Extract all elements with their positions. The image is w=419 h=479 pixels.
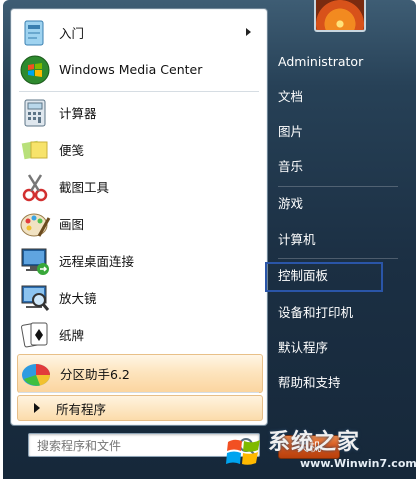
program-windows-media-center[interactable]: Windows Media Center — [17, 51, 261, 88]
program-label: 计算器 — [59, 106, 97, 121]
divider — [19, 91, 259, 92]
snipping-tool-icon — [19, 171, 51, 203]
right-item-music[interactable]: 音乐 — [278, 156, 303, 178]
all-programs-button[interactable]: 所有程序 — [17, 395, 263, 421]
programs-pane: 入门 Windows Media Center 计算器 便笺 截图工具 画图 远… — [10, 8, 268, 426]
right-item-documents[interactable]: 文档 — [278, 86, 303, 108]
program-label: Windows Media Center — [59, 62, 203, 77]
program-label: 纸牌 — [59, 328, 85, 343]
right-item-default-programs[interactable]: 默认程序 — [278, 337, 328, 359]
calculator-icon — [19, 97, 51, 129]
magnifier-icon — [19, 282, 51, 314]
partition-assistant-icon — [20, 358, 52, 390]
right-item-devices-printers[interactable]: 设备和打印机 — [278, 302, 353, 324]
all-programs-label: 所有程序 — [56, 401, 107, 417]
user-picture[interactable] — [314, 0, 366, 32]
program-label: 远程桌面连接 — [59, 254, 135, 269]
expand-arrow-icon — [34, 403, 40, 413]
divider — [19, 392, 259, 393]
windows-media-center-icon — [19, 54, 51, 86]
program-label: 截图工具 — [59, 180, 110, 195]
program-getting-started[interactable]: 入门 — [17, 14, 261, 51]
right-item-games[interactable]: 游戏 — [278, 193, 303, 215]
submenu-arrow-icon[interactable] — [246, 28, 251, 36]
right-item-help-support[interactable]: 帮助和支持 — [278, 372, 341, 394]
program-label: 放大镜 — [59, 291, 97, 306]
right-item-pictures[interactable]: 图片 — [278, 121, 303, 143]
program-magnifier[interactable]: 放大镜 — [17, 279, 261, 316]
program-paint[interactable]: 画图 — [17, 205, 261, 242]
right-item-computer[interactable]: 计算机 — [278, 229, 316, 251]
program-label: 便笺 — [59, 143, 85, 158]
paint-icon — [19, 208, 51, 240]
program-calculator[interactable]: 计算器 — [17, 94, 261, 131]
user-name-link[interactable]: Administrator — [278, 51, 363, 73]
program-sticky-notes[interactable]: 便笺 — [17, 131, 261, 168]
solitaire-icon — [19, 319, 51, 351]
program-remote-desktop[interactable]: 远程桌面连接 — [17, 242, 261, 279]
watermark-text: 系统之家 — [268, 429, 361, 455]
search-input[interactable] — [35, 436, 229, 456]
program-label: 入门 — [59, 26, 85, 41]
program-snipping-tool[interactable]: 截图工具 — [17, 168, 261, 205]
program-solitaire[interactable]: 纸牌 — [17, 316, 261, 353]
sticky-notes-icon — [19, 134, 51, 166]
divider — [278, 258, 398, 259]
getting-started-icon — [19, 17, 51, 49]
program-label: 画图 — [59, 217, 85, 232]
remote-desktop-icon — [19, 245, 51, 277]
watermark-url: www.Winwin7.com — [300, 457, 417, 470]
program-partition-assistant[interactable]: 分区助手6.2 — [17, 354, 263, 393]
program-label: 分区助手6.2 — [60, 367, 130, 382]
selection-highlight-box — [265, 262, 383, 292]
divider — [278, 186, 398, 187]
windows-logo-icon — [224, 434, 264, 468]
